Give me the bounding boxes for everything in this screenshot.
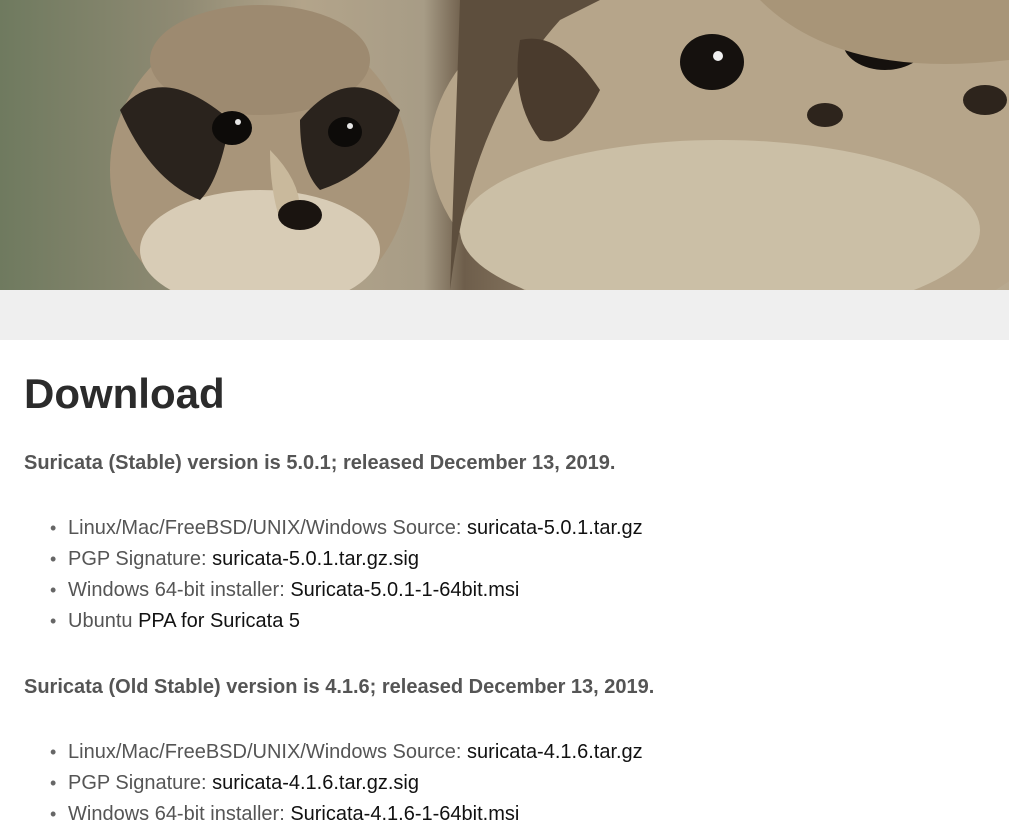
hero-divider-band — [0, 290, 1009, 340]
main-content: Download Suricata (Stable) version is 5.… — [0, 370, 1009, 824]
stable-release-heading: Suricata (Stable) version is 5.0.1; rele… — [24, 452, 616, 474]
list-item: PGP Signature: suricata-4.1.6.tar.gz.sig — [48, 768, 985, 799]
list-item: Windows 64-bit installer: Suricata-4.1.6… — [48, 799, 985, 824]
signature-link[interactable]: suricata-4.1.6.tar.gz.sig — [212, 772, 419, 794]
windows-installer-label: Windows 64-bit installer: — [68, 803, 291, 824]
meerkat-illustration — [110, 0, 1009, 290]
source-tarball-link[interactable]: suricata-5.0.1.tar.gz — [467, 517, 643, 539]
signature-label: PGP Signature: — [68, 548, 213, 570]
header-banner-image — [0, 0, 1009, 290]
old-stable-download-list: Linux/Mac/FreeBSD/UNIX/Windows Source: s… — [24, 737, 985, 824]
list-item: Ubuntu PPA for Suricata 5 — [48, 606, 985, 637]
source-label: Linux/Mac/FreeBSD/UNIX/Windows Source: — [68, 741, 468, 763]
stable-download-list: Linux/Mac/FreeBSD/UNIX/Windows Source: s… — [24, 513, 985, 637]
list-item: Linux/Mac/FreeBSD/UNIX/Windows Source: s… — [48, 737, 985, 768]
windows-installer-link[interactable]: Suricata-5.0.1-1-64bit.msi — [290, 579, 519, 601]
source-label: Linux/Mac/FreeBSD/UNIX/Windows Source: — [68, 517, 468, 539]
ubuntu-label: Ubuntu — [68, 610, 139, 632]
signature-link[interactable]: suricata-5.0.1.tar.gz.sig — [212, 548, 419, 570]
list-item: PGP Signature: suricata-5.0.1.tar.gz.sig — [48, 544, 985, 575]
page-title: Download — [24, 370, 225, 417]
windows-installer-link[interactable]: Suricata-4.1.6-1-64bit.msi — [290, 803, 519, 824]
old-stable-release-heading: Suricata (Old Stable) version is 4.1.6; … — [24, 676, 655, 698]
list-item: Windows 64-bit installer: Suricata-5.0.1… — [48, 575, 985, 606]
source-tarball-link[interactable]: suricata-4.1.6.tar.gz — [467, 741, 643, 763]
signature-label: PGP Signature: — [68, 772, 213, 794]
list-item: Linux/Mac/FreeBSD/UNIX/Windows Source: s… — [48, 513, 985, 544]
windows-installer-label: Windows 64-bit installer: — [68, 579, 291, 601]
ubuntu-ppa-link[interactable]: PPA for Suricata 5 — [138, 610, 300, 632]
